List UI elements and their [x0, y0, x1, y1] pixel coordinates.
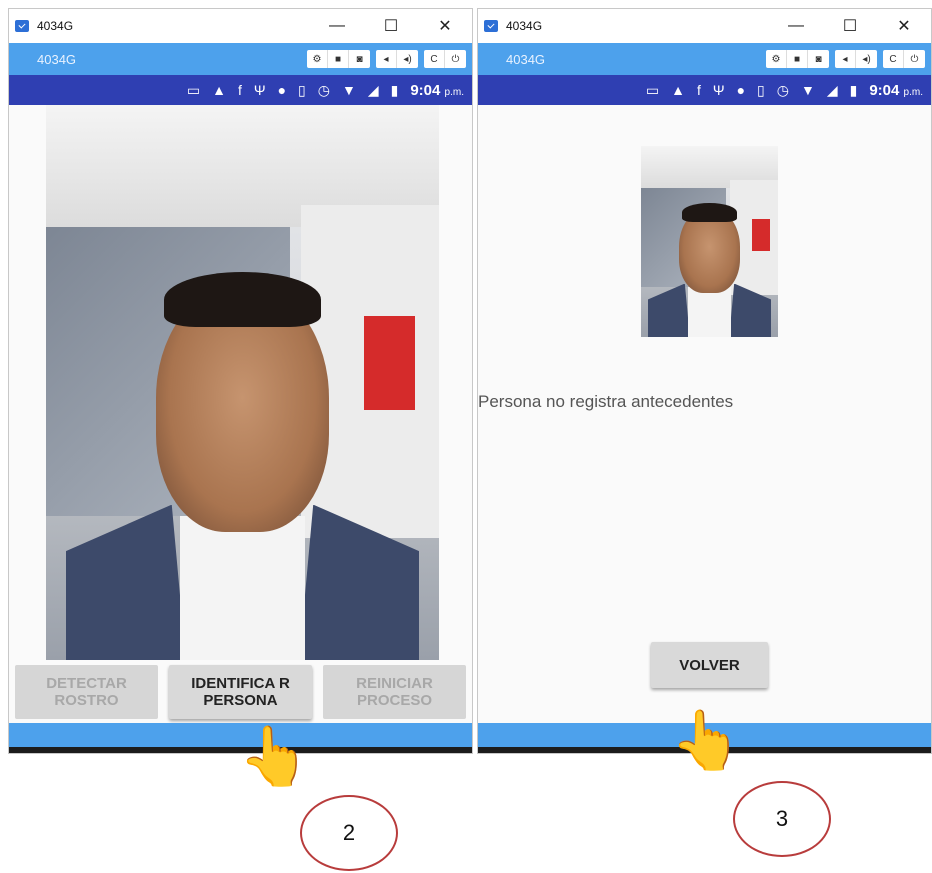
minimize-button[interactable]: —	[310, 17, 364, 35]
rotate-icon[interactable]: C	[883, 50, 904, 68]
battery-icon: ▮	[849, 81, 858, 98]
pointing-hand-icon: 👆	[670, 708, 743, 773]
window-title: 4034G	[37, 19, 74, 33]
emulator-window-left: 4034G — ☐ ✕ 4034G ⚙ ■ ◙ ◂ ◂) C ⏻ ▭ ▲ f Ψ…	[8, 8, 473, 754]
volume-down-icon[interactable]: ◂	[376, 50, 397, 68]
identify-person-button[interactable]: IDENTIFICA R PERSONA	[169, 665, 312, 719]
step-annotation-circle: 3	[733, 781, 831, 857]
toolbar-group-media: ⚙ ■ ◙	[307, 50, 370, 68]
power-icon[interactable]: ⏻	[445, 50, 466, 68]
app-screen-result: Persona no registra antecedentes VOLVER	[478, 105, 931, 723]
screenshot-stage: 4034G — ☐ ✕ 4034G ⚙ ■ ◙ ◂ ◂) C ⏻ ▭ ▲ f Ψ…	[0, 0, 932, 873]
android-icon: ●	[736, 82, 746, 98]
device-name: 4034G	[506, 51, 546, 67]
emulator-window-right: 4034G — ☐ ✕ 4034G ⚙ ■ ◙ ◂ ◂) C ⏻ ▭ ▲ f Ψ…	[477, 8, 932, 754]
restart-process-button[interactable]: REINICIAR PROCESO	[323, 665, 466, 719]
wifi-icon: ▼	[341, 82, 356, 98]
emulator-toolbar: 4034G ⚙ ■ ◙ ◂ ◂) C ⏻	[9, 43, 472, 75]
facebook-icon: f	[696, 82, 701, 98]
screenshot-camera-icon[interactable]: ◙	[349, 50, 370, 68]
signal-icon: ◢	[826, 81, 838, 98]
screenshot-camera-icon[interactable]: ◙	[808, 50, 829, 68]
camera-photo	[46, 105, 439, 660]
close-button[interactable]: ✕	[418, 16, 472, 36]
app-window-icon	[484, 20, 498, 32]
battery-icon: ▮	[390, 81, 399, 98]
maximize-button[interactable]: ☐	[364, 16, 418, 36]
toolbar-group-volume: ◂ ◂)	[835, 50, 877, 68]
toolbar-group-media: ⚙ ■ ◙	[766, 50, 829, 68]
usb-icon: Ψ	[712, 82, 725, 98]
android-icon: ●	[277, 82, 287, 98]
facebook-icon: f	[237, 82, 242, 98]
usb-icon: Ψ	[253, 82, 266, 98]
video-camera-icon[interactable]: ■	[328, 50, 349, 68]
emulator-toolbar: 4034G ⚙ ■ ◙ ◂ ◂) C ⏻	[478, 43, 931, 75]
status-clock: 9:04 p.m.	[869, 81, 923, 99]
close-button[interactable]: ✕	[877, 16, 931, 36]
detect-face-button[interactable]: DETECTAR ROSTRO	[15, 665, 158, 719]
captured-face-thumbnail	[641, 146, 778, 337]
toolbar-group-power: C ⏻	[424, 50, 466, 68]
signal-icon: ◢	[367, 81, 379, 98]
alarm-icon: ◷	[776, 81, 789, 98]
settings-icon[interactable]: ⚙	[766, 50, 787, 68]
window-title: 4034G	[506, 19, 543, 33]
rotate-icon[interactable]: C	[424, 50, 445, 68]
vibrate-icon: ▯	[757, 81, 765, 98]
volume-up-icon[interactable]: ◂)	[856, 50, 877, 68]
window-titlebar: 4034G — ☐ ✕	[478, 9, 931, 43]
volume-up-icon[interactable]: ◂)	[397, 50, 418, 68]
app-window-icon	[15, 20, 29, 32]
app-screen-camera: DETECTAR ROSTRO IDENTIFICA R PERSONA REI…	[9, 105, 472, 723]
navigation-icon: ▲	[671, 82, 685, 98]
pointing-hand-icon: 👆	[238, 724, 311, 789]
settings-icon[interactable]: ⚙	[307, 50, 328, 68]
alarm-icon: ◷	[317, 81, 330, 98]
android-status-bar: ▭ ▲ f Ψ ● ▯ ◷ ▼ ◢ ▮ 9:04 p.m.	[478, 75, 931, 105]
android-status-bar: ▭ ▲ f Ψ ● ▯ ◷ ▼ ◢ ▮ 9:04 p.m.	[9, 75, 472, 105]
status-clock: 9:04 p.m.	[410, 81, 464, 99]
step-annotation-circle: 2	[300, 795, 398, 871]
video-camera-icon[interactable]: ■	[787, 50, 808, 68]
vibrate-icon: ▯	[298, 81, 306, 98]
minimize-button[interactable]: —	[769, 17, 823, 35]
action-button-row: DETECTAR ROSTRO IDENTIFICA R PERSONA REI…	[9, 665, 472, 719]
window-titlebar: 4034G — ☐ ✕	[9, 9, 472, 43]
maximize-button[interactable]: ☐	[823, 16, 877, 36]
volume-down-icon[interactable]: ◂	[835, 50, 856, 68]
wifi-icon: ▼	[800, 82, 815, 98]
device-name: 4034G	[37, 51, 77, 67]
result-message: Persona no registra antecedentes	[478, 392, 734, 411]
toolbar-group-power: C ⏻	[883, 50, 925, 68]
keyboard-icon: ▭	[645, 81, 660, 98]
toolbar-group-volume: ◂ ◂)	[376, 50, 418, 68]
keyboard-icon: ▭	[186, 81, 201, 98]
power-icon[interactable]: ⏻	[904, 50, 925, 68]
back-button[interactable]: VOLVER	[651, 642, 768, 688]
navigation-icon: ▲	[212, 82, 226, 98]
